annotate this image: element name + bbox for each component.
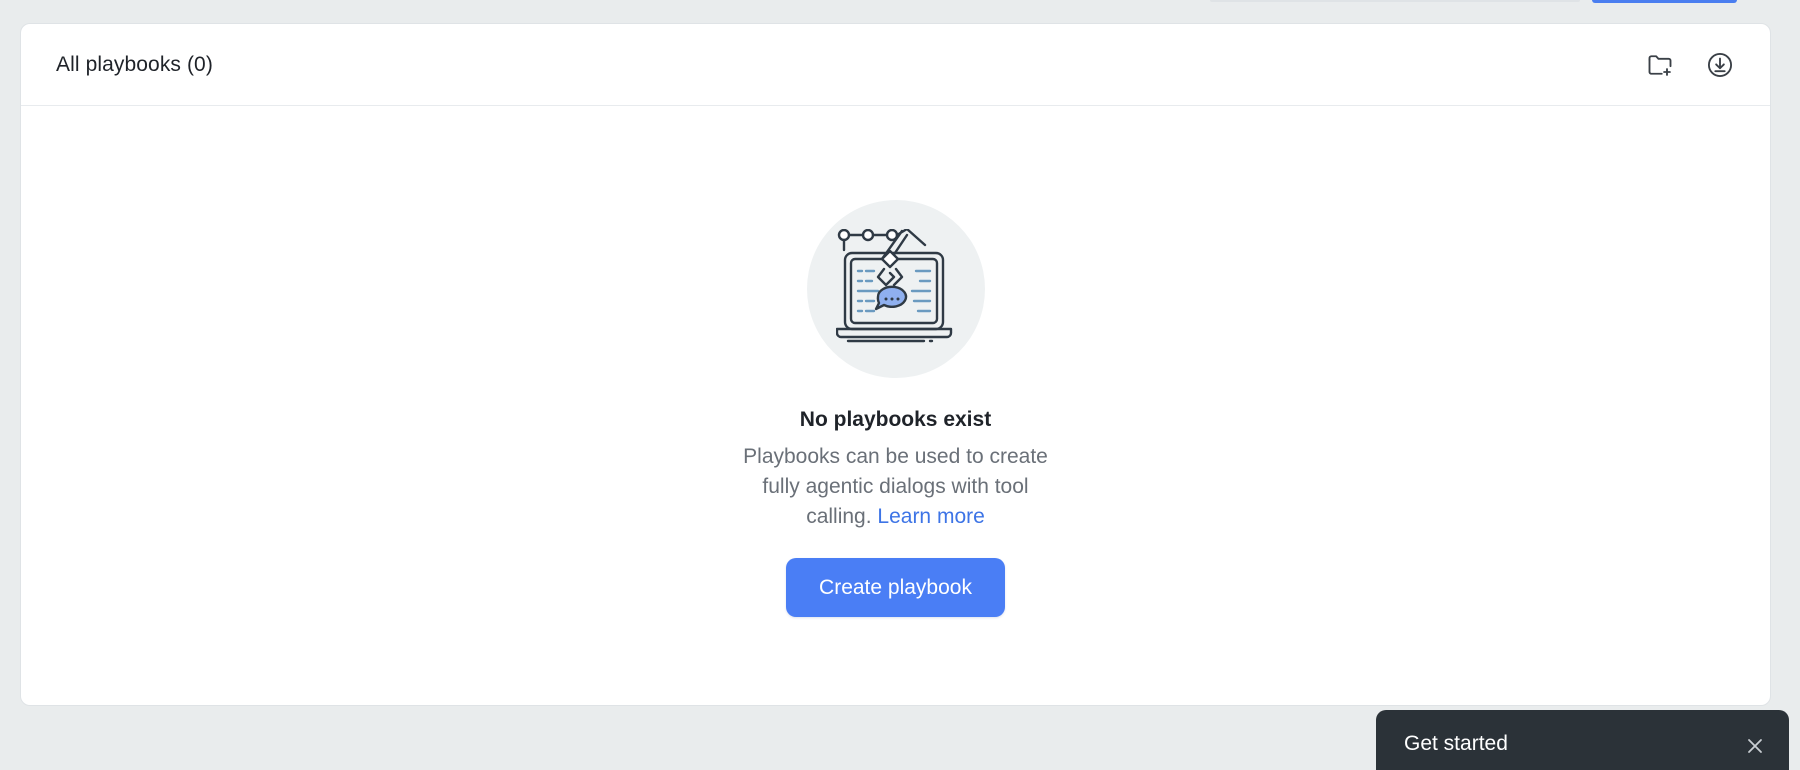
card-header: All playbooks (0) — [21, 24, 1770, 106]
top-search-field-edge[interactable] — [1210, 0, 1580, 2]
page-title: All playbooks (0) — [56, 52, 213, 76]
laptop-robot-arm-icon — [835, 229, 952, 343]
playbooks-card: All playbooks (0) No playbooks exist Pla… — [20, 23, 1771, 706]
close-icon[interactable] — [1747, 738, 1763, 754]
top-primary-button-edge[interactable] — [1592, 0, 1737, 3]
new-folder-button[interactable] — [1644, 49, 1676, 81]
header-actions — [1644, 24, 1736, 106]
empty-state-illustration — [806, 200, 985, 378]
learn-more-link[interactable]: Learn more — [877, 505, 984, 528]
get-started-toast[interactable]: Get started — [1376, 710, 1789, 770]
folder-plus-icon — [1648, 55, 1672, 76]
empty-state-description: Playbooks can be used to create fully ag… — [731, 442, 1061, 532]
download-icon — [1707, 52, 1733, 78]
download-button[interactable] — [1704, 49, 1736, 81]
empty-state: No playbooks exist Playbooks can be used… — [21, 200, 1770, 617]
empty-state-title: No playbooks exist — [799, 408, 992, 431]
create-playbook-button[interactable]: Create playbook — [786, 558, 1005, 617]
